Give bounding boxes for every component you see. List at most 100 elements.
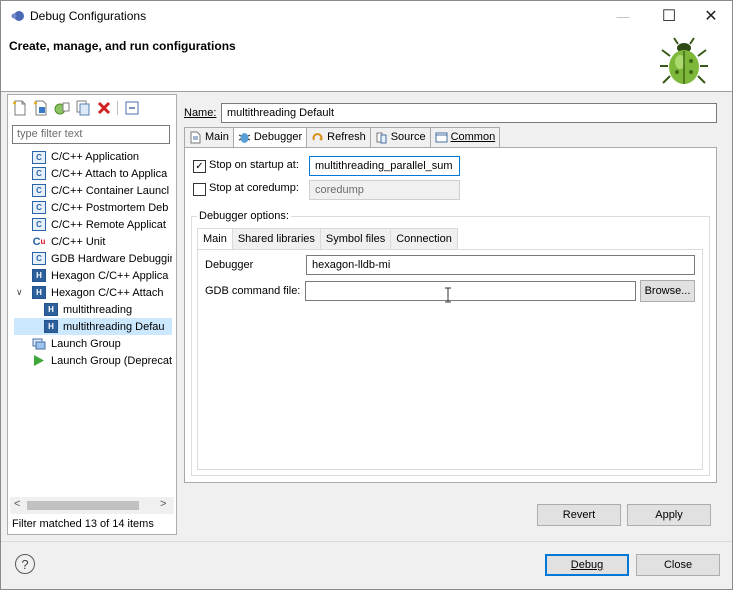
stop-on-startup-label: Stop on startup at:: [209, 159, 299, 171]
debugger-label: Debugger: [205, 259, 254, 271]
debug-app-icon: [11, 11, 24, 21]
tree-item[interactable]: Hmultithreading: [14, 301, 172, 318]
tab-label: Main: [205, 131, 229, 143]
help-glyph: ?: [21, 556, 29, 572]
header-title: Create, manage, and run configurations: [9, 39, 236, 53]
tree-item[interactable]: C C/C++ Postmortem Deb: [14, 199, 172, 216]
browse-button[interactable]: Browse...: [640, 280, 695, 302]
new-configuration-icon[interactable]: [12, 100, 28, 116]
tree-item[interactable]: Cu C/C++ Unit: [14, 233, 172, 250]
toolbar-separator: [117, 101, 118, 115]
hexagon-icon: H: [44, 320, 58, 333]
tree-item-label: C/C++ Application: [51, 151, 140, 163]
stop-at-coredump-checkbox[interactable]: [193, 183, 206, 196]
tab-label: Source: [390, 131, 426, 143]
tab-source[interactable]: Source: [369, 127, 431, 147]
tree-item[interactable]: ∨ H Hexagon C/C++ Attach: [14, 284, 172, 301]
debugger-tab-icon: [238, 133, 251, 143]
tree-item[interactable]: C C/C++ Attach to Applica: [14, 165, 172, 182]
launch-group-icon: [32, 338, 46, 350]
filter-status: Filter matched 13 of 14 items: [12, 518, 154, 530]
tab-shared-libraries[interactable]: Shared libraries: [231, 228, 321, 249]
hexagon-icon: H: [32, 286, 46, 299]
name-field[interactable]: multithreading Default: [221, 103, 717, 123]
minimize-icon: —: [616, 8, 630, 24]
debugger-option-tabs: Main Shared libraries Symbol files Conne…: [197, 228, 458, 250]
debug-button[interactable]: Debug: [545, 554, 629, 576]
stop-at-coredump-label: Stop at coredump:: [209, 182, 299, 194]
tab-symbol-files[interactable]: Symbol files: [319, 228, 392, 249]
gdb-command-file-field[interactable]: [305, 281, 636, 301]
export-icon[interactable]: [54, 100, 70, 116]
tree-item[interactable]: H Hexagon C/C++ Applica: [14, 267, 172, 284]
chevron-down-icon[interactable]: ∨: [16, 287, 28, 298]
tree-item-label: Launch Group (Deprecat: [51, 354, 172, 367]
debugger-field[interactable]: hexagon-lldb-mi: [306, 255, 695, 275]
tree-item-label: Hexagon C/C++ Applica: [51, 269, 169, 282]
close-button[interactable]: Close: [636, 554, 720, 576]
tab-debugger[interactable]: Debugger: [232, 127, 308, 148]
c-app-icon: C: [32, 167, 46, 180]
help-icon[interactable]: ?: [15, 554, 35, 574]
tree-item-label: C/C++ Unit: [51, 235, 106, 248]
tab-refresh[interactable]: Refresh: [306, 127, 371, 147]
tree-item-label: multithreading: [63, 303, 133, 316]
tree-item-label: C/C++ Attach to Applica: [51, 167, 168, 180]
delete-icon[interactable]: [96, 100, 112, 116]
tab-main[interactable]: Main: [184, 127, 234, 147]
apply-button[interactable]: Apply: [627, 504, 711, 526]
collapse-all-icon[interactable]: [124, 100, 140, 116]
close-icon: ✕: [704, 8, 718, 25]
tree-item-label: C/C++ Postmortem Deb: [51, 201, 169, 214]
source-tab-icon: [376, 132, 387, 144]
c-app-icon: C: [32, 218, 46, 231]
c-app-icon: C: [32, 150, 46, 164]
name-label: Name:: [184, 107, 217, 119]
gdb-command-file-label: GDB command file:: [205, 285, 301, 297]
close-window-button[interactable]: ✕: [688, 1, 733, 31]
maximize-button[interactable]: ☐: [646, 1, 692, 31]
revert-button[interactable]: Revert: [537, 504, 621, 526]
scroll-left-icon[interactable]: <: [14, 498, 20, 510]
minimize-button[interactable]: —: [600, 1, 646, 31]
tree-item-label: multithreading Defau: [63, 320, 165, 333]
scroll-right-icon[interactable]: >: [160, 498, 166, 510]
tab-label: Common: [450, 131, 496, 143]
c-unit-icon: Cu: [32, 235, 46, 248]
tab-debugger-main[interactable]: Main: [197, 228, 233, 250]
tree-item-label: C/C++ Remote Applicat: [51, 218, 166, 231]
text-cursor-icon: [445, 287, 451, 303]
debugger-options-label: Debugger options:: [197, 210, 291, 222]
tree-item-label: C/C++ Container Launcl: [51, 184, 170, 197]
tree-horizontal-scrollbar[interactable]: < >: [10, 497, 174, 514]
tree-item-label: GDB Hardware Debuggir: [51, 252, 172, 265]
scrollbar-thumb[interactable]: [27, 501, 139, 510]
stop-on-startup-checkbox[interactable]: ✓: [193, 160, 206, 173]
tree-item[interactable]: C GDB Hardware Debuggir: [14, 250, 172, 267]
c-app-icon: C: [32, 201, 46, 214]
configuration-tree: C C/C++ Application C C/C++ Attach to Appl…: [14, 149, 172, 369]
debug-button-label: Debug: [570, 559, 604, 571]
tree-item[interactable]: Launch Group: [14, 335, 172, 352]
dialog-header: Create, manage, and run configurations: [0, 30, 733, 92]
tree-item[interactable]: C C/C++ Remote Applicat: [14, 216, 172, 233]
tab-common[interactable]: Common: [429, 127, 501, 147]
tab-label: Debugger: [253, 131, 303, 143]
stop-on-startup-field[interactable]: multithreading_parallel_sum: [309, 156, 460, 176]
tab-connection[interactable]: Connection: [390, 228, 458, 249]
bug-icon: [660, 37, 708, 84]
tree-item-selected[interactable]: Hmultithreading Defau: [14, 318, 172, 335]
maximize-icon: ☐: [661, 8, 677, 25]
hexagon-icon: H: [32, 269, 46, 282]
tree-item[interactable]: C C/C++ Container Launcl: [14, 182, 172, 199]
duplicate-icon[interactable]: [75, 100, 91, 116]
tree-item[interactable]: Launch Group (Deprecat: [14, 352, 172, 369]
new-prototype-icon[interactable]: [33, 100, 49, 116]
hexagon-icon: H: [44, 303, 58, 316]
config-tabs: Main Debugger Refresh Source Common: [184, 127, 501, 148]
title-bar: Debug Configurations — ☐ ✕: [0, 0, 733, 30]
filter-input[interactable]: type filter text: [12, 125, 170, 144]
common-tab-icon: [435, 132, 448, 143]
tree-item[interactable]: C C/C++ Application: [14, 149, 172, 165]
tree-item-label: Launch Group: [51, 337, 121, 350]
